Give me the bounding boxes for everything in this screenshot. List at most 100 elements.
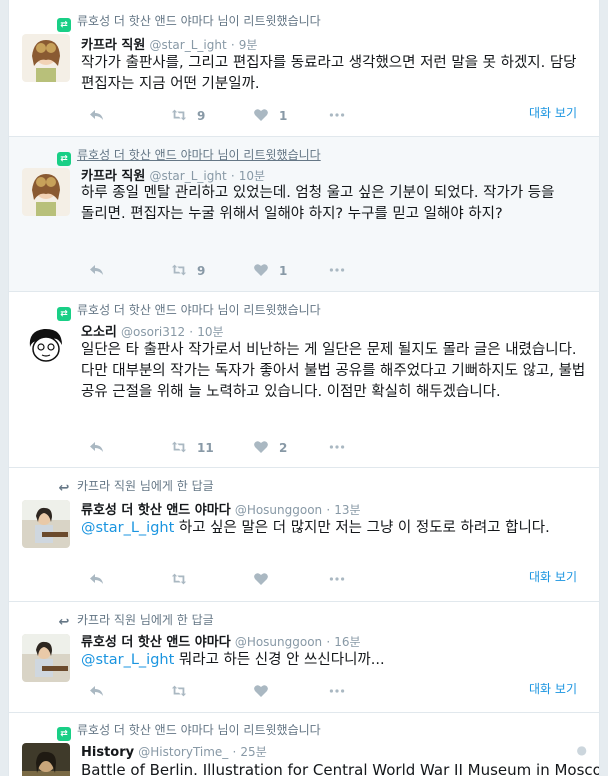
like-button[interactable] <box>253 684 269 699</box>
more-button[interactable] <box>329 572 345 587</box>
display-name[interactable]: 류호성 더 핫산 앤드 야마다 <box>81 503 231 518</box>
tweet-text: 하루 종일 멘탈 관리하고 있었는데. 엄청 울고 싶은 기분이 되었다. 작가… <box>81 185 555 222</box>
more-dots-icon <box>329 268 345 272</box>
tweet-item[interactable]: ↩ 카프라 직원 님에게 한 답글 류호성 더 핫산 앤드 야마다 @Hosung… <box>9 468 599 602</box>
like-button[interactable]: 2 <box>253 440 287 455</box>
retweet-button[interactable]: 9 <box>171 263 205 278</box>
reply-arrow-icon <box>90 574 103 584</box>
user-handle[interactable]: @star_L_ight <box>149 169 226 183</box>
like-button[interactable]: 1 <box>253 263 287 278</box>
reply-context-text[interactable]: 카프라 직원 님에게 한 답글 <box>77 613 214 627</box>
tweet-time-separator: · <box>230 38 235 52</box>
display-name[interactable]: 류호성 더 핫산 앤드 야마다 <box>81 635 231 650</box>
tweet-time-separator: · <box>326 503 331 517</box>
retweet-button[interactable] <box>171 684 187 699</box>
more-button[interactable] <box>329 108 345 123</box>
tweet-item[interactable]: ⇄ 류호성 더 핫산 앤드 야마다 님이 리트윗했습니다 History @His… <box>9 713 599 776</box>
retweet-button[interactable]: 11 <box>171 440 214 455</box>
retweet-count: 9 <box>197 109 206 123</box>
more-dots-icon <box>329 445 345 449</box>
tweet-text: 일단은 타 출판사 작가로서 비난하는 게 일단은 문제 될지도 몰라 글은 내… <box>81 342 586 400</box>
reply-arrow-icon <box>90 110 103 120</box>
more-button[interactable] <box>329 440 345 455</box>
tweet-text: Battle of Berlin. Illustration for Centr… <box>81 761 600 776</box>
like-button[interactable] <box>253 572 269 587</box>
retweet-context[interactable]: ⇄ 류호성 더 핫산 앤드 야마다 님이 리트윗했습니다 <box>57 146 321 166</box>
user-handle[interactable]: @HistoryTime_ <box>138 745 228 759</box>
tweet-time-separator: · <box>232 745 237 759</box>
display-name[interactable]: 오소리 <box>81 325 117 340</box>
view-conversation-link[interactable]: 대화 보기 <box>529 568 577 585</box>
retweet-button[interactable]: 9 <box>171 108 205 123</box>
tweet-item[interactable]: ⇄ 류호성 더 핫산 앤드 야마다 님이 리트윗했습니다 오소리 @osori31… <box>9 292 599 468</box>
user-handle[interactable]: @Hosunggoon <box>235 635 322 649</box>
retweet-context[interactable]: ⇄ 류호성 더 핫산 앤드 야마다 님이 리트윗했습니다 <box>57 12 321 32</box>
like-count: 1 <box>279 109 288 123</box>
tweet-timestamp[interactable]: 10분 <box>239 169 265 183</box>
avatar[interactable] <box>22 500 70 548</box>
reply-arrow-icon <box>90 686 103 696</box>
retweet-context[interactable]: ⇄ 류호성 더 핫산 앤드 야마다 님이 리트윗했습니다 <box>57 301 321 321</box>
reply-button[interactable] <box>89 108 105 123</box>
retweet-count: 9 <box>197 264 206 278</box>
reply-button[interactable] <box>89 572 105 587</box>
view-conversation-link[interactable]: 대화 보기 <box>529 104 577 121</box>
tweet-item[interactable]: ⇄ 류호성 더 핫산 앤드 야마다 님이 리트윗했습니다 카프라 직원 @star… <box>9 0 599 137</box>
avatar[interactable] <box>22 323 70 371</box>
tweet-time-separator: · <box>230 169 235 183</box>
retweet-icon <box>171 441 187 453</box>
user-handle[interactable]: @osori312 <box>121 325 185 339</box>
more-button[interactable] <box>329 263 345 278</box>
avatar[interactable] <box>22 168 70 216</box>
tweet-timestamp[interactable]: 13분 <box>334 503 360 517</box>
reply-context-text[interactable]: 카프라 직원 님에게 한 답글 <box>77 479 214 493</box>
like-count: 1 <box>279 264 288 278</box>
retweet-button[interactable] <box>171 572 187 587</box>
tweet-actions: 대화 보기 <box>81 682 591 702</box>
tweet-timestamp[interactable]: 16분 <box>334 635 360 649</box>
reply-icon: ↩ <box>58 481 70 496</box>
tweet-text-body: 하고 싶은 말은 더 많지만 저는 그냥 이 정도로 하려고 합니다. <box>174 520 550 536</box>
retweet-context-text[interactable]: 류호성 더 핫산 앤드 야마다 님이 리트윗했습니다 <box>77 148 321 162</box>
avatar[interactable] <box>22 34 70 82</box>
tweet-timestamp[interactable]: 25분 <box>240 745 266 759</box>
tweet-timestamp[interactable]: 10분 <box>197 325 223 339</box>
tweet-item[interactable]: ⇄ 류호성 더 핫산 앤드 야마다 님이 리트윗했습니다 카프라 직원 @star… <box>9 137 599 292</box>
tweet-text: @star_L_ight 뭐라고 하든 신경 안 쓰신다니까... <box>81 650 591 671</box>
more-button[interactable] <box>329 684 345 699</box>
user-handle[interactable]: @Hosunggoon <box>235 503 322 517</box>
tweet-timestamp[interactable]: 9분 <box>239 38 258 52</box>
reply-context[interactable]: ↩ 카프라 직원 님에게 한 답글 <box>57 477 214 496</box>
retweet-context-text[interactable]: 류호성 더 핫산 앤드 야마다 님이 리트윗했습니다 <box>77 723 321 737</box>
avatar[interactable] <box>22 634 70 682</box>
retweet-context[interactable]: ⇄ 류호성 더 핫산 앤드 야마다 님이 리트윗했습니다 <box>57 721 321 741</box>
avatar[interactable] <box>22 743 70 776</box>
tweet-text: 작가가 출판사를, 그리고 편집자를 동료라고 생각했으면 저런 말을 못 하겠… <box>81 55 577 92</box>
reply-button[interactable] <box>89 263 105 278</box>
tweet-item[interactable]: ↩ 카프라 직원 님에게 한 답글 류호성 더 핫산 앤드 야마다 @Hosung… <box>9 602 599 713</box>
reply-arrow-icon <box>90 265 103 275</box>
tweet-text: @star_L_ight 하고 싶은 말은 더 많지만 저는 그냥 이 정도로 … <box>81 518 591 539</box>
retweet-icon <box>171 685 187 697</box>
reply-arrow-icon <box>90 442 103 452</box>
mention-link[interactable]: @star_L_ight <box>81 652 174 668</box>
reply-icon: ↩ <box>58 615 70 630</box>
heart-icon <box>254 264 268 276</box>
retweet-context-text[interactable]: 류호성 더 핫산 앤드 야마다 님이 리트윗했습니다 <box>77 303 321 317</box>
retweet-icon: ⇄ <box>57 18 71 32</box>
heart-icon <box>254 441 268 453</box>
like-button[interactable]: 1 <box>253 108 287 123</box>
heart-icon <box>254 685 268 697</box>
reply-context[interactable]: ↩ 카프라 직원 님에게 한 답글 <box>57 611 214 630</box>
reply-button[interactable] <box>89 440 105 455</box>
display-name[interactable]: 카프라 직원 <box>81 38 145 53</box>
retweet-context-text[interactable]: 류호성 더 핫산 앤드 야마다 님이 리트윗했습니다 <box>77 14 321 28</box>
mention-link[interactable]: @star_L_ight <box>81 520 174 536</box>
display-name[interactable]: 카프라 직원 <box>81 169 145 184</box>
retweet-icon <box>171 264 187 276</box>
display-name[interactable]: History <box>81 745 134 760</box>
retweet-icon: ⇄ <box>57 152 71 166</box>
view-conversation-link[interactable]: 대화 보기 <box>529 680 577 697</box>
reply-button[interactable] <box>89 684 105 699</box>
user-handle[interactable]: @star_L_ight <box>149 38 226 52</box>
